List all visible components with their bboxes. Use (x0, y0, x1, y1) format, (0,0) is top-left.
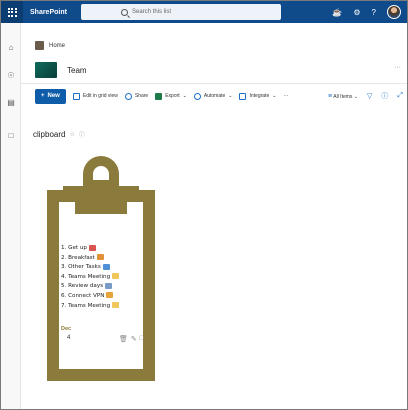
new-button[interactable]: + New (35, 88, 66, 104)
left-rail: ⌂ ☉ ▤ □ (1, 23, 21, 409)
clipboard-card: 1. Get up 2. Breakfast 3. Other Tasks 4.… (41, 156, 161, 381)
plus-icon: + (41, 93, 45, 99)
food-icon (96, 254, 104, 261)
automate-icon (193, 92, 201, 100)
search-icon (121, 8, 128, 16)
clipboard-board: 1. Get up 2. Breakfast 3. Other Tasks 4.… (47, 190, 155, 381)
site-more-button[interactable]: ··· (394, 64, 401, 71)
favorite-star-icon[interactable]: ☆ (69, 131, 74, 138)
export-button[interactable]: Export ⌄ (155, 92, 187, 100)
list-item: 1. Get up (61, 244, 145, 254)
excel-icon (155, 92, 163, 100)
trash-icon[interactable]: 🗑 (119, 335, 128, 343)
home-icon[interactable]: ⌂ (6, 43, 16, 53)
view-switcher[interactable]: ≡ All Items ⌄ (328, 93, 358, 100)
list-item: 2. Breakfast (61, 254, 145, 264)
sharepoint-window: SharePoint Search this list ☕ ⚙ ? ⌂ ☉ ▤ … (0, 0, 408, 410)
list-item: 7. Teams Meeting (61, 302, 145, 312)
grid-icon (72, 92, 80, 100)
list-view-icon: ≡ (328, 92, 333, 100)
brand-link[interactable]: SharePoint (30, 9, 88, 16)
date-day: 4 (67, 335, 71, 341)
list-item: 6. Connect VPN (61, 292, 145, 302)
list-info-icon[interactable]: ⓘ (79, 130, 85, 139)
note-list: 1. Get up 2. Breakfast 3. Other Tasks 4.… (61, 244, 145, 311)
list-item: 5. Review days (61, 282, 145, 292)
header-divider (21, 83, 407, 84)
integrate-button[interactable]: Integrate ⌄ (239, 92, 277, 100)
share-button[interactable]: Share (124, 92, 148, 100)
site-header: Team ··· (35, 60, 405, 80)
megaphone-icon[interactable]: ☕ (332, 8, 342, 17)
waffle-icon (7, 7, 17, 17)
chevron-down-icon: ⌄ (182, 93, 187, 99)
info-icon[interactable]: ⓘ (381, 91, 388, 101)
list-item: 3. Other Tasks (61, 263, 145, 273)
vpn-icon (106, 292, 114, 299)
globe-icon[interactable]: ☉ (6, 71, 16, 81)
view-controls: ≡ All Items ⌄ ▽ ⓘ ⤢ (328, 91, 403, 101)
person-icon (102, 263, 110, 270)
more-commands-button[interactable]: ··· (283, 93, 288, 99)
edit-icon[interactable]: ✎ (131, 335, 137, 343)
integrate-icon (239, 92, 247, 100)
chevron-down-icon: ⌄ (228, 93, 233, 99)
automate-button[interactable]: Automate ⌄ (193, 92, 233, 100)
chevron-down-icon: ⌄ (272, 93, 277, 99)
bed-icon (88, 244, 96, 251)
filter-icon[interactable]: ▽ (367, 92, 372, 100)
breadcrumb-home[interactable]: Home (49, 43, 65, 49)
help-icon[interactable]: ? (372, 8, 376, 17)
breadcrumb: Home (35, 41, 65, 50)
suite-actions: ☕ ⚙ ? (332, 1, 401, 23)
megaphone-icon (112, 302, 120, 309)
command-bar: + New Edit in grid view Share Export ⌄ A… (35, 87, 405, 105)
megaphone-icon (112, 273, 120, 280)
suite-bar: SharePoint Search this list ☕ ⚙ ? (1, 1, 407, 23)
calendar-icon (105, 282, 113, 289)
gear-icon[interactable]: ⚙ (353, 8, 360, 17)
list-title: clipboard (33, 130, 66, 139)
list-header: clipboard ☆ ⓘ (33, 130, 85, 139)
date-month: Dec (61, 326, 72, 332)
date-block: Dec 4 (61, 326, 71, 341)
news-icon[interactable]: ▤ (6, 98, 16, 108)
site-logo (35, 62, 57, 78)
share-icon (124, 92, 132, 100)
site-title[interactable]: Team (67, 66, 87, 75)
comment-icon[interactable]: □ (140, 335, 144, 343)
search-placeholder: Search this list (132, 9, 172, 15)
expand-icon[interactable]: ⤢ (397, 92, 403, 100)
edit-grid-button[interactable]: Edit in grid view (72, 92, 118, 100)
chevron-down-icon: ⌄ (353, 93, 358, 100)
document-icon[interactable]: □ (6, 131, 16, 141)
avatar[interactable] (387, 5, 401, 19)
note-tools: 🗑 ✎ □ (119, 335, 144, 343)
search-box[interactable]: Search this list (81, 4, 281, 20)
list-item: 4. Teams Meeting (61, 273, 145, 283)
app-launcher-button[interactable] (1, 1, 23, 23)
home-site-icon (35, 41, 44, 50)
